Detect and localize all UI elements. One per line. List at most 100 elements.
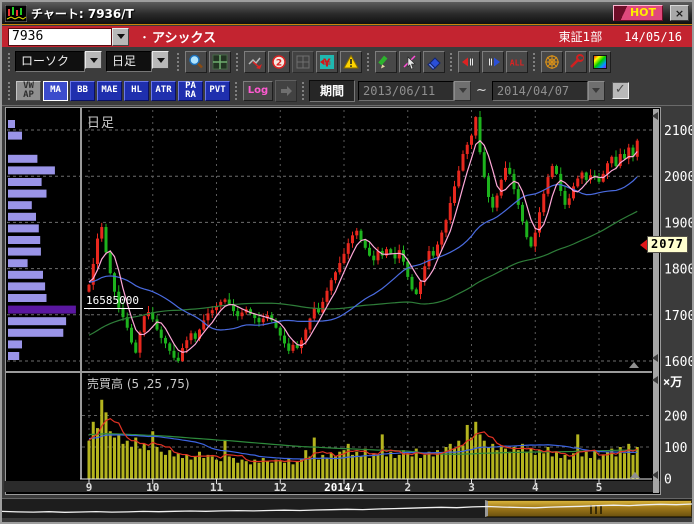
close-button[interactable]: × xyxy=(670,5,689,21)
svg-text:2: 2 xyxy=(404,481,411,494)
step-forward-button[interactable] xyxy=(275,80,297,102)
toolbar-grip xyxy=(302,82,305,100)
period-button[interactable]: 期間 xyxy=(309,80,355,102)
dropdown-arrow-icon xyxy=(157,58,165,67)
security-name: アシックス xyxy=(152,27,216,46)
chart-type-select[interactable]: ローソク xyxy=(15,51,102,72)
shift-candle-left-button[interactable] xyxy=(458,51,480,73)
svg-text:12: 12 xyxy=(274,481,287,494)
dropdown-arrow-icon xyxy=(459,88,467,97)
dropdown-arrow-icon xyxy=(117,34,125,43)
svg-text:0: 0 xyxy=(664,473,672,488)
trend-line-button[interactable] xyxy=(244,51,266,73)
svg-text:¥: ¥ xyxy=(323,56,331,69)
all-label-icon: ALL xyxy=(508,55,526,69)
dropdown-arrow-icon xyxy=(90,58,98,67)
yen-convert-icon: ¥ xyxy=(319,54,335,70)
symbol-info-bar: ・ アシックス 東証1部 14/05/16 xyxy=(2,26,692,47)
indicator-label: AP xyxy=(23,91,34,100)
svg-text:1800: 1800 xyxy=(664,263,692,278)
toolbar-grip xyxy=(235,82,238,100)
svg-text:10: 10 xyxy=(146,481,159,494)
dropdown-arrow-icon xyxy=(592,88,600,97)
indicator-label: ATR xyxy=(155,86,171,95)
toolbar-grip xyxy=(533,53,536,71)
toolbar-grip xyxy=(367,53,370,71)
circled-2-icon: 2 xyxy=(271,54,287,70)
svg-text:9: 9 xyxy=(86,481,93,494)
color-palette-button[interactable] xyxy=(589,51,611,73)
indicator-hl-button[interactable]: HL xyxy=(124,81,149,101)
svg-text:1900: 1900 xyxy=(664,216,692,231)
candle-shift-right-icon xyxy=(485,54,501,70)
grid-layout-button[interactable] xyxy=(292,51,314,73)
tools-button[interactable] xyxy=(565,51,587,73)
web-settings-button[interactable] xyxy=(541,51,563,73)
indicator-pvt-button[interactable]: PVT xyxy=(205,81,230,101)
indicator-label: MAE xyxy=(101,86,117,95)
draw-pencil-button[interactable] xyxy=(375,51,397,73)
gray-arrow-icon xyxy=(278,83,294,99)
chart-canvas[interactable]: 91011122014/1234521002000190018001700160… xyxy=(2,106,692,496)
toolbar-grip xyxy=(177,53,180,71)
warning-icon xyxy=(343,54,359,70)
rainbow-palette-icon xyxy=(592,54,608,70)
timeframe-value: 日足 xyxy=(106,51,152,72)
currency-convert-button[interactable]: ¥ xyxy=(316,51,338,73)
indicator-ma-button[interactable]: MA xyxy=(43,81,68,101)
symbol-input[interactable] xyxy=(8,28,112,46)
indicator-mae-button[interactable]: MAE xyxy=(97,81,122,101)
history-scrollbar[interactable] xyxy=(2,498,692,518)
main-toolbar: ローソク 日足 xyxy=(2,47,692,76)
shift-candle-right-button[interactable] xyxy=(482,51,504,73)
svg-text:3: 3 xyxy=(468,481,475,494)
log-scale-button[interactable]: Log xyxy=(243,81,273,101)
alert-button[interactable] xyxy=(340,51,362,73)
svg-text:1600: 1600 xyxy=(664,355,692,370)
svg-text:2100: 2100 xyxy=(664,124,692,139)
show-all-button[interactable]: ALL xyxy=(506,51,528,73)
svg-text:ALL: ALL xyxy=(510,58,525,67)
indicator-atr-button[interactable]: ATR xyxy=(151,81,176,101)
symbol-code-box xyxy=(8,28,129,46)
indicator-label: HL xyxy=(131,86,142,95)
svg-text:2014/1: 2014/1 xyxy=(324,481,364,494)
period-to-dropdown-button[interactable] xyxy=(588,81,605,101)
toolbar-grip xyxy=(8,82,11,100)
title-bar: チャート: 7936/T HOT × xyxy=(2,2,692,25)
tools-icon xyxy=(568,54,584,70)
timeframe-dropdown-button[interactable] xyxy=(152,51,169,69)
crosshair-grid-button[interactable] xyxy=(209,51,231,73)
svg-text:100: 100 xyxy=(664,441,687,456)
svg-text:1700: 1700 xyxy=(664,309,692,324)
svg-text:×万: ×万 xyxy=(663,375,682,389)
period-checkbox[interactable] xyxy=(612,82,629,99)
toolbar-grip xyxy=(450,53,453,71)
chart-type-dropdown-button[interactable] xyxy=(85,51,102,69)
crosshair-grid-icon xyxy=(212,54,228,70)
pencil-icon xyxy=(378,54,394,70)
indicator-label: PVT xyxy=(209,86,225,95)
chart-window: チャート: 7936/T HOT × ・ アシックス 東証1部 14/05/16… xyxy=(0,0,694,524)
indicator-label: BB xyxy=(77,86,88,95)
indicator-label: MA xyxy=(50,86,61,95)
grid-disabled-icon xyxy=(295,54,311,70)
zoom-button[interactable] xyxy=(185,51,207,73)
indicator-vwap-button[interactable]: VW AP xyxy=(16,81,41,101)
indicator-para-button[interactable]: PA RA xyxy=(178,81,203,101)
window-title: チャート: 7936/T xyxy=(31,5,134,22)
symbol-dropdown-button[interactable] xyxy=(112,28,129,46)
svg-text:4: 4 xyxy=(532,481,539,494)
timeframe-select[interactable]: 日足 xyxy=(106,51,169,72)
select-object-button[interactable] xyxy=(399,51,421,73)
period-from-dropdown-button[interactable] xyxy=(454,81,471,101)
period-to-select[interactable]: 2014/04/07 xyxy=(492,81,605,101)
indicator-bb-button[interactable]: BB xyxy=(70,81,95,101)
hot-button[interactable]: HOT xyxy=(613,5,663,21)
toolbar-grip xyxy=(236,53,239,71)
erase-button[interactable] xyxy=(423,51,445,73)
chart-area: 91011122014/1234521002000190018001700160… xyxy=(2,106,692,496)
period-from-select[interactable]: 2013/06/11 xyxy=(358,81,471,101)
compare-2-button[interactable]: 2 xyxy=(268,51,290,73)
zoom-icon xyxy=(188,54,204,70)
